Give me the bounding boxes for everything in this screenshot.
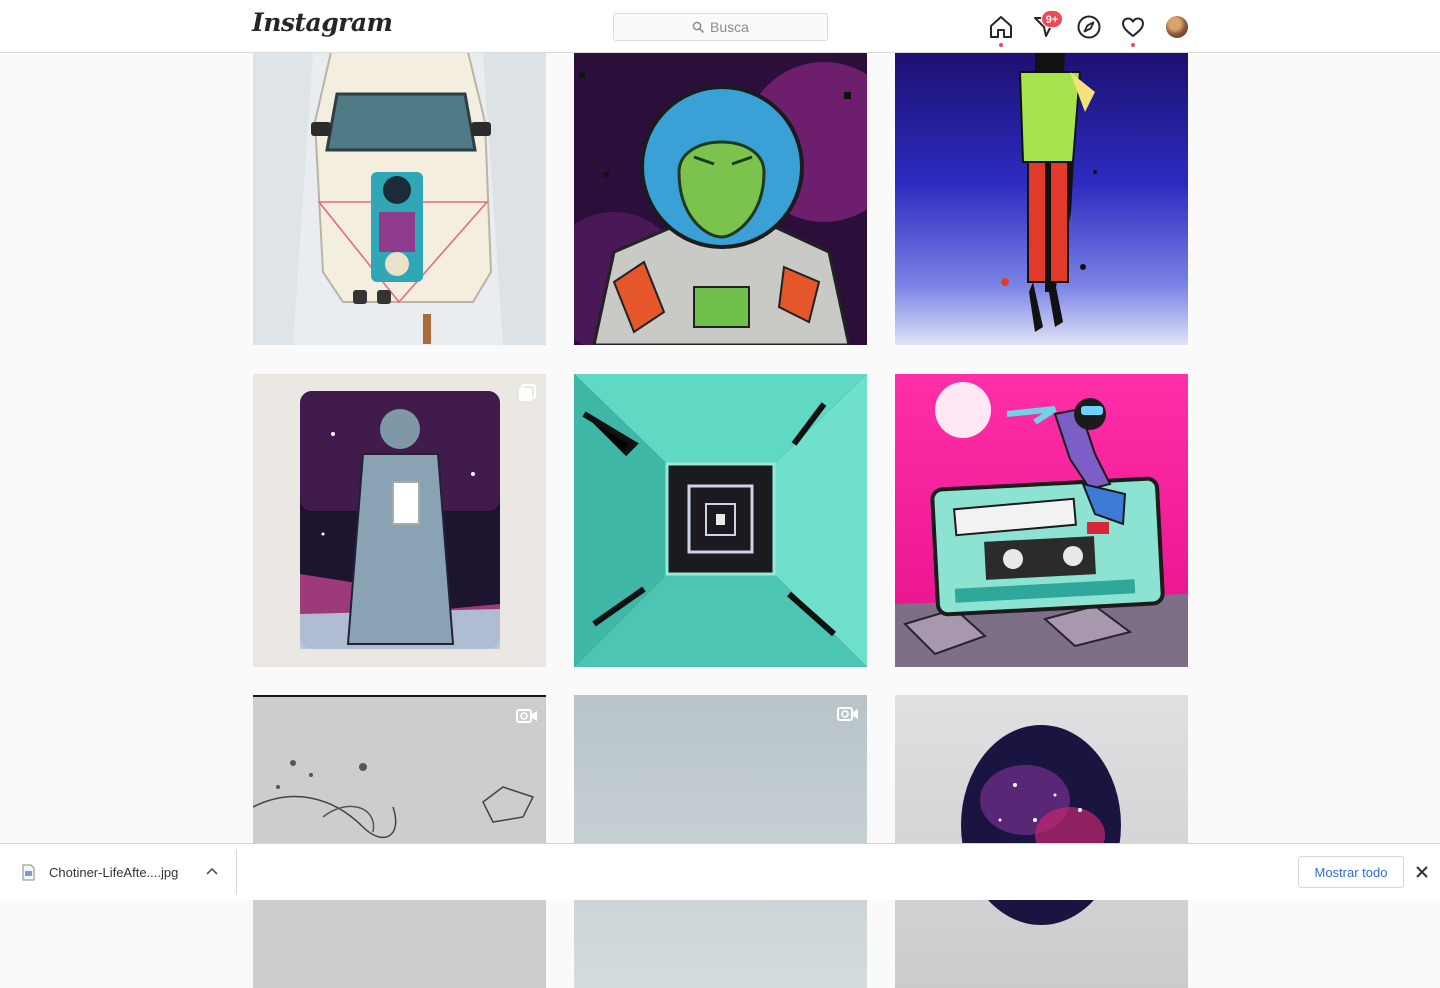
figure-art-image <box>1001 52 1097 332</box>
video-icon <box>516 709 537 723</box>
switch-plate-art-image <box>253 374 546 667</box>
activity-button[interactable] <box>1120 14 1146 40</box>
post-thumbnail[interactable] <box>574 52 867 345</box>
search-input[interactable]: Busca <box>613 13 828 41</box>
post-thumbnail[interactable] <box>253 695 546 988</box>
home-icon <box>990 16 1012 38</box>
instagram-logo[interactable]: Instagram <box>252 8 393 37</box>
video-icon <box>837 707 858 721</box>
post-thumbnail[interactable] <box>253 52 546 345</box>
divider <box>236 850 237 894</box>
top-navigation-bar: Instagram Busca 9+ <box>0 0 1440 53</box>
search-icon <box>692 21 704 33</box>
home-button[interactable] <box>988 14 1014 40</box>
close-icon[interactable] <box>1414 864 1430 880</box>
download-bar: Chotiner-LifeAfte....jpg Mostrar todo <box>0 843 1440 900</box>
search-placeholder: Busca <box>710 19 749 35</box>
heart-icon <box>1122 17 1144 37</box>
avatar[interactable] <box>1166 16 1188 38</box>
chevron-up-icon[interactable] <box>205 865 219 879</box>
multiple-posts-icon <box>519 384 536 401</box>
home-notification-dot <box>999 43 1003 47</box>
post-thumbnail[interactable] <box>895 695 1188 988</box>
image-file-icon <box>22 864 35 881</box>
car-hood-art-image <box>253 52 546 345</box>
show-all-button[interactable]: Mostrar todo <box>1298 856 1404 888</box>
post-thumbnail[interactable] <box>895 374 1188 667</box>
astronaut-art-image <box>574 52 867 345</box>
compass-icon <box>1077 15 1101 39</box>
post-thumbnail[interactable] <box>253 374 546 667</box>
galaxy-egg-image <box>961 725 1121 925</box>
cassette-art-image <box>895 382 1188 667</box>
post-thumbnail[interactable] <box>895 52 1188 345</box>
post-thumbnail[interactable] <box>574 374 867 667</box>
direct-notification-badge: 9+ <box>1041 10 1063 28</box>
tunnel-art-image <box>574 374 867 667</box>
explore-button[interactable] <box>1076 14 1102 40</box>
activity-notification-dot <box>1131 43 1135 47</box>
download-file-name[interactable]: Chotiner-LifeAfte....jpg <box>49 865 178 880</box>
post-thumbnail[interactable] <box>574 695 867 988</box>
